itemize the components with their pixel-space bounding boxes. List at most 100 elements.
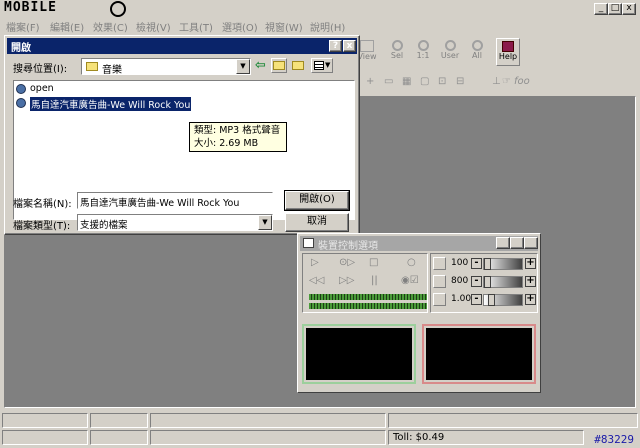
status-cell <box>2 430 88 445</box>
decrease-button[interactable]: - <box>471 294 482 305</box>
level-meter-right <box>309 303 427 309</box>
device-control-panel: 裝置控制選項 _ □ x ▷ ⊙▷ □ ○ ◁◁ ▷▷ || ◉☑ 100 - … <box>297 233 541 393</box>
slider-track[interactable] <box>483 294 523 306</box>
list-view-icon <box>314 61 324 70</box>
toolbar-label: 1:1 <box>416 51 430 60</box>
mode-radio-icon[interactable]: ◉☑ <box>401 275 419 286</box>
device-minimize-button[interactable]: _ <box>496 237 510 249</box>
main-maximize-button[interactable]: □ <box>608 3 622 15</box>
circle-icon <box>433 257 446 270</box>
slider-row: 1.00 - + <box>433 293 537 307</box>
status-cell <box>150 413 386 428</box>
menu-window[interactable]: 視窗(W) <box>265 19 303 34</box>
look-in-value: 音樂 <box>102 65 122 76</box>
help-book-icon <box>502 41 514 52</box>
slider-thumb[interactable] <box>484 276 491 288</box>
main-titlebar: MOBILE _ □ x <box>0 0 640 18</box>
toolbar-label: User <box>440 51 460 60</box>
chevron-down-icon: ▼ <box>325 61 331 69</box>
increase-button[interactable]: + <box>525 276 536 287</box>
toolbar-label: All <box>472 51 482 60</box>
back-arrow-icon[interactable]: ⇦ <box>255 58 266 73</box>
toolbar-row2: + ▭ ▦ ▢ ⊡ ⊟ ⊥ ☞ foo <box>362 76 562 90</box>
up-folder-button[interactable] <box>271 58 287 73</box>
status-cell <box>90 413 148 428</box>
fast-forward-icon[interactable]: ▷▷ <box>339 275 354 286</box>
play-icon[interactable]: ▷ <box>311 257 319 268</box>
slider-thumb[interactable] <box>484 258 491 270</box>
slider-value: 800 <box>451 276 469 286</box>
sliders-group: 100 - + 800 - + 1.00 - + <box>430 253 538 313</box>
main-minimize-button[interactable]: _ <box>594 3 608 15</box>
device-panel-titlebar[interactable]: 裝置控制選項 _ □ x <box>300 236 538 252</box>
dialog-close-button[interactable]: x <box>343 40 356 52</box>
tool-frame-icon[interactable]: ▢ <box>420 76 429 87</box>
slider-track[interactable] <box>483 258 523 270</box>
watermark-id: #83229 <box>594 433 634 446</box>
slider-track[interactable] <box>483 276 523 288</box>
cancel-button[interactable]: 取消 <box>285 213 349 232</box>
tool-grid-icon[interactable]: ▦ <box>402 76 411 87</box>
tool-bounds-icon[interactable]: ⊡ <box>438 76 446 87</box>
increase-button[interactable]: + <box>525 258 536 269</box>
toolbar-label: View <box>357 52 377 61</box>
tool-line-icon[interactable]: ▭ <box>384 76 393 87</box>
statusbar: Toll: $0.49 <box>0 410 640 448</box>
play-loop-icon[interactable]: ⊙▷ <box>339 257 355 268</box>
view-icon <box>360 40 374 52</box>
pencil-icon <box>433 275 446 288</box>
new-folder-button[interactable] <box>291 58 307 73</box>
view-menu-button[interactable]: ▼ <box>311 58 333 73</box>
preview-screen-left <box>306 328 412 380</box>
magnifier-icon <box>391 40 403 51</box>
tool-arrows-icon[interactable]: + <box>366 76 374 87</box>
rewind-icon[interactable]: ◁◁ <box>309 275 324 286</box>
magnifier-icon <box>417 40 429 51</box>
device-maximize-button[interactable]: □ <box>510 237 524 249</box>
menu-effects[interactable]: 效果(C) <box>93 19 128 34</box>
toolbar-help-button[interactable]: Help <box>496 38 520 66</box>
decrease-button[interactable]: - <box>471 276 482 287</box>
device-close-button[interactable]: x <box>524 237 538 249</box>
tool-scale-icon[interactable]: ⊟ <box>456 76 464 87</box>
filename-field[interactable]: 馬自達汽車廣告曲-We Will Rock You <box>77 192 273 209</box>
pause-icon[interactable]: || <box>371 275 378 286</box>
menu-help[interactable]: 說明(H) <box>310 19 345 34</box>
look-in-select[interactable]: 音樂 ▼ <box>81 58 251 76</box>
chevron-down-icon[interactable]: ▼ <box>236 59 250 74</box>
decrease-button[interactable]: - <box>471 258 482 269</box>
tool-foo-label[interactable]: foo <box>514 76 530 87</box>
dialog-titlebar[interactable]: 開啟 ? x <box>7 38 357 54</box>
tool-hand-icon[interactable]: ☞ <box>502 76 511 87</box>
toll-text: Toll: $0.49 <box>393 432 445 443</box>
menu-tools[interactable]: 工具(T) <box>179 19 213 34</box>
increase-button[interactable]: + <box>525 294 536 305</box>
record-icon[interactable]: ○ <box>407 257 416 268</box>
toolbar: View Sel 1:1 User All Help + ▭ ▦ ▢ ⊡ ⊟ ⊥… <box>352 36 640 96</box>
menu-file[interactable]: 檔案(F) <box>6 19 40 34</box>
menu-edit[interactable]: 編輯(E) <box>50 19 84 34</box>
dialog-help-button[interactable]: ? <box>329 40 342 52</box>
toolbar-user-button[interactable]: User <box>438 40 462 60</box>
chevron-down-icon[interactable]: ▼ <box>258 215 272 230</box>
tool-pin-icon[interactable]: ⊥ <box>492 76 501 87</box>
filetype-select[interactable]: 支援的檔案 ▼ <box>77 214 273 231</box>
toolbar-sel-button[interactable]: Sel <box>386 40 408 60</box>
menu-view[interactable]: 檢視(V) <box>136 19 171 34</box>
open-button[interactable]: 開啟(O) <box>284 190 350 211</box>
toolbar-all-button[interactable]: All <box>466 40 488 60</box>
device-panel-title: 裝置控制選項 <box>318 241 378 252</box>
magnifier-icon <box>444 40 456 51</box>
tooltip-type: 類型: MP3 格式聲音 <box>194 125 281 136</box>
zoom-icon <box>433 293 446 306</box>
toolbar-1to1-button[interactable]: 1:1 <box>412 40 434 60</box>
app-logo-title: MOBILE <box>4 0 57 15</box>
stop-icon[interactable]: □ <box>369 257 378 268</box>
slider-row: 100 - + <box>433 257 537 271</box>
status-cell <box>90 430 148 445</box>
filetype-value: 支援的檔案 <box>80 220 128 231</box>
menu-options[interactable]: 選項(O) <box>222 19 258 34</box>
slider-thumb[interactable] <box>488 294 495 306</box>
main-close-button[interactable]: x <box>622 3 636 15</box>
up-folder-icon <box>273 61 285 70</box>
